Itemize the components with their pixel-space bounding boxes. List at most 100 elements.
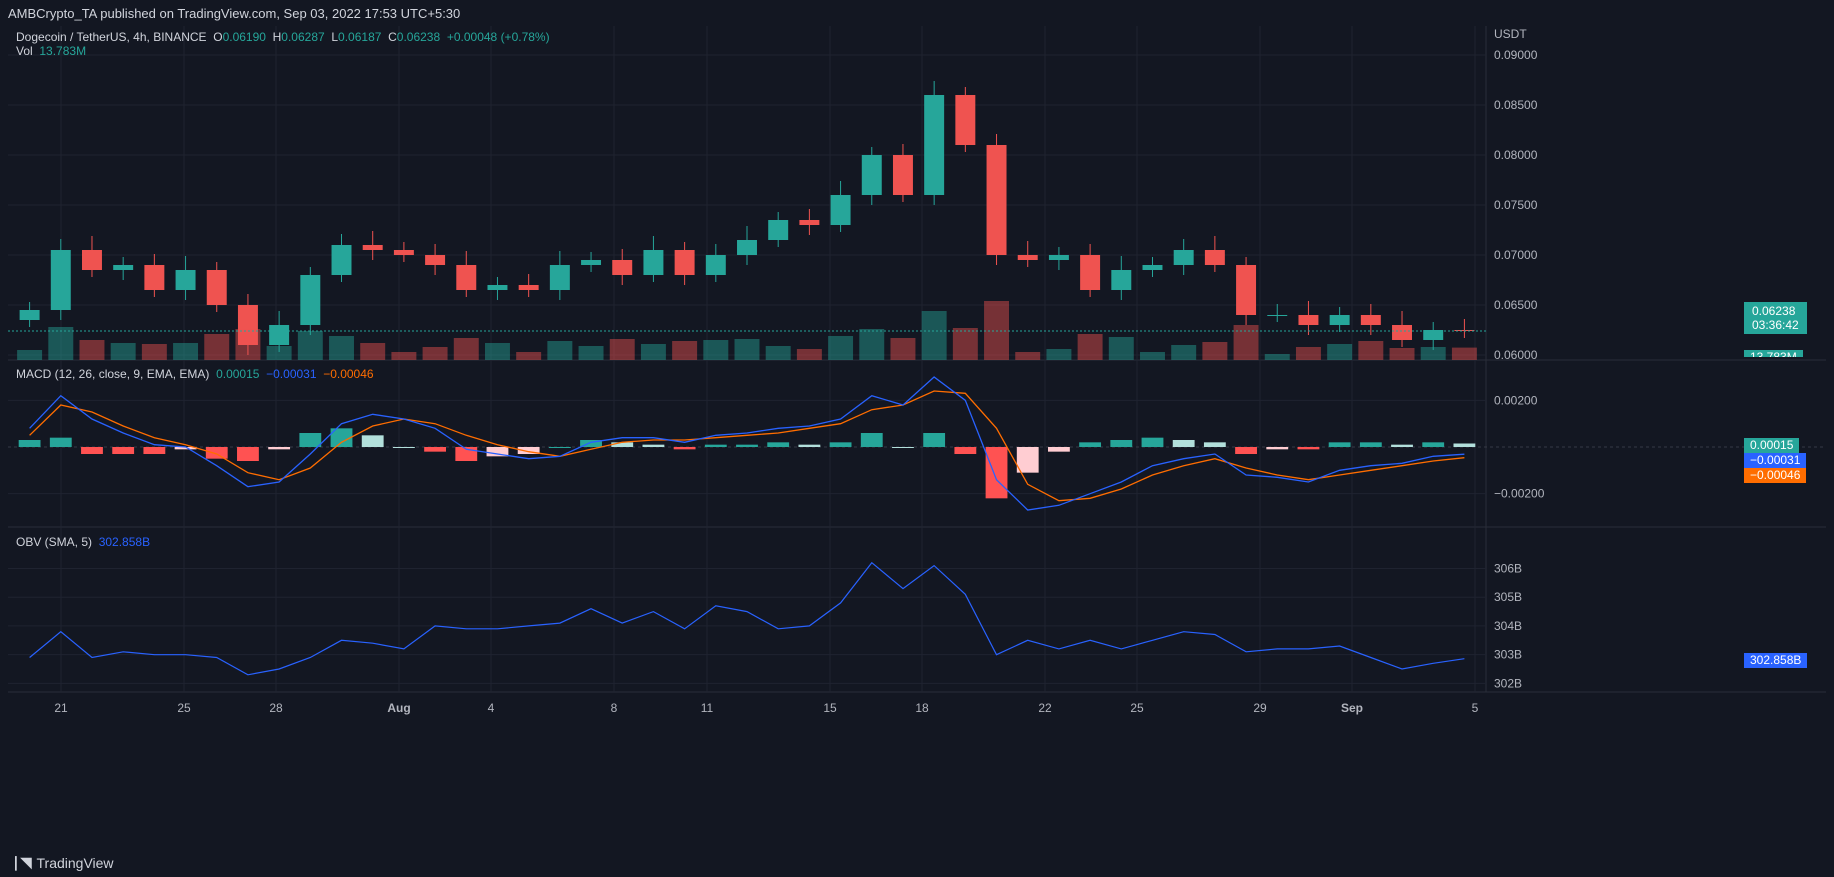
macd-histogram-bar [268, 447, 291, 450]
volume-bar [672, 341, 698, 360]
volume-bar [1233, 325, 1259, 360]
macd-hist-value: 0.00015 [216, 367, 260, 381]
time-tick-label: 28 [269, 701, 283, 715]
macd-histogram-bar [112, 447, 135, 454]
candle-body [50, 250, 71, 310]
vol-label: Vol [16, 44, 33, 58]
macd-histogram-bar [424, 447, 447, 452]
volume-legend: Vol 13.783M [16, 44, 86, 58]
macd-signal-tag: −0.00046 [1744, 468, 1807, 483]
candle-body [1267, 315, 1288, 316]
volume-bar [1264, 354, 1290, 360]
volume-bar [110, 343, 136, 360]
macd-histogram-bar [1297, 447, 1320, 450]
macd-histogram-bar [798, 444, 821, 447]
candle-body [362, 245, 383, 250]
candle-body [1048, 255, 1069, 260]
volume-bar [17, 350, 43, 360]
macd-histogram-bar [1172, 440, 1195, 447]
volume-bar [1077, 334, 1103, 360]
brand-name: TradingView [36, 854, 114, 871]
obv-tick-label: 303B [1494, 648, 1522, 662]
obv-legend: OBV (SMA, 5) 302.858B [16, 535, 150, 549]
time-tick-label: Aug [387, 701, 410, 715]
volume-bar [453, 338, 479, 360]
volume-bar [703, 340, 729, 360]
tradingview-logo-icon: ❘◥ [10, 854, 31, 870]
candle-body [986, 145, 1007, 255]
macd-histogram-bar [1110, 440, 1133, 447]
time-tick-label: 22 [1038, 701, 1052, 715]
obv-tick-label: 304B [1494, 619, 1522, 633]
macd-tick-label: −0.00200 [1494, 487, 1545, 501]
candle-body [1204, 250, 1225, 265]
footer: ❘◥ TradingView [10, 854, 114, 871]
time-tick-label: 8 [611, 701, 618, 715]
volume-tag: 13.783M [1744, 350, 1803, 357]
candle-body [924, 95, 945, 195]
volume-bar [1046, 349, 1072, 360]
candle-body [1236, 265, 1257, 315]
macd-tick-label: 0.00200 [1494, 393, 1538, 407]
volume-bar [1202, 342, 1228, 360]
candle-body [830, 195, 851, 225]
macd-histogram-bar [736, 444, 758, 447]
volume-bar [578, 346, 604, 360]
time-tick-label: 11 [701, 701, 714, 715]
macd-histogram-bar [1016, 447, 1039, 473]
macd-histogram-bar [49, 437, 72, 447]
macd-signal-value: −0.00046 [323, 367, 374, 381]
macd-histogram-bar [673, 447, 696, 450]
obv-tick-label: 302B [1494, 676, 1522, 690]
volume-bar [1015, 352, 1041, 360]
candle-body [955, 95, 976, 145]
macd-histogram-bar [237, 447, 259, 461]
macd-histogram-bar [299, 433, 322, 447]
candle-body [456, 265, 477, 290]
candle-body [393, 250, 414, 255]
high-label: H [272, 30, 282, 44]
volume-bar [1295, 347, 1321, 360]
volume-bar [1389, 348, 1415, 360]
macd-histogram-bar [548, 447, 571, 448]
volume-bar [235, 329, 261, 360]
candle-body [1392, 325, 1413, 340]
time-tick-label: 4 [488, 701, 495, 715]
candle-body [1329, 315, 1350, 325]
macd-histogram-bar [767, 442, 790, 447]
volume-bar [828, 336, 854, 360]
volume-bar [329, 336, 354, 360]
candle-body [1173, 250, 1194, 265]
vol-value: 13.783M [39, 44, 87, 58]
obv-label: OBV (SMA, 5) [16, 535, 93, 549]
macd-histogram-bar [1079, 442, 1102, 447]
macd-histogram-bar [829, 442, 852, 447]
candle-body [425, 255, 446, 265]
macd-histogram-bar [1047, 447, 1070, 452]
macd-histogram-bar [892, 447, 914, 448]
macd-label: MACD (12, 26, close, 9, EMA, EMA) [16, 367, 210, 381]
volume-bar [859, 329, 885, 360]
candle-body [674, 250, 695, 275]
candle-body [81, 250, 102, 270]
candle-body [1142, 265, 1163, 270]
macd-histogram-bar [923, 433, 946, 447]
time-tick-label: 5 [1472, 701, 1479, 715]
volume-bar [921, 311, 947, 360]
chart-canvas[interactable]: 0.06000 0.06500 0.07000 0.07500 0.08000 0.085… [8, 26, 1826, 841]
change-value: +0.00048 (+0.78%) [446, 30, 550, 44]
macd-histogram-bar [1141, 437, 1164, 447]
volume-bar [266, 346, 292, 360]
low-value: 0.06187 [338, 30, 382, 44]
volume-bar [516, 352, 542, 360]
volume-bar [173, 343, 199, 360]
macd-histogram-bar [985, 447, 1008, 499]
volume-bar [484, 343, 510, 360]
price-legend: Dogecoin / TetherUS, 4h, BINANCE O0.0619… [16, 30, 550, 44]
symbol-label: Dogecoin / TetherUS, 4h, BINANCE [16, 30, 207, 44]
candle-body [892, 155, 913, 195]
price-tick-label: 0.07000 [1494, 248, 1538, 262]
macd-line [29, 376, 1465, 511]
macd-histogram-bar [1328, 442, 1351, 447]
candle-body [581, 260, 602, 265]
